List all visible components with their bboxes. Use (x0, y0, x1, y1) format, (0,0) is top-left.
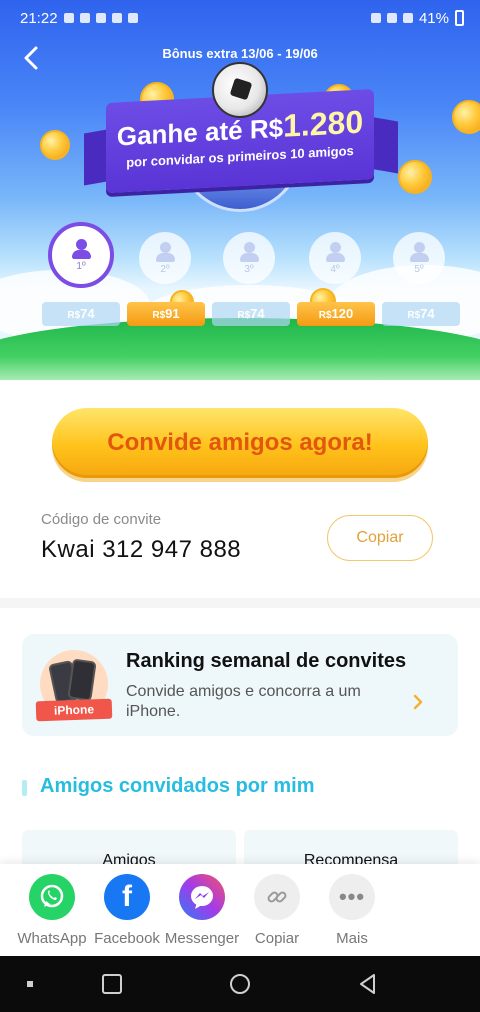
invite-slot-2[interactable]: 2º (124, 222, 206, 284)
slot-reward: R$74 (382, 302, 460, 326)
system-nav-bar (0, 956, 480, 1012)
whatsapp-icon (29, 874, 75, 920)
promo-period: Bônus extra 13/06 - 19/06 (162, 46, 318, 61)
ranking-title: Ranking semanal de convites (126, 650, 407, 672)
copy-code-button[interactable]: Copiar (327, 515, 433, 561)
link-icon (254, 874, 300, 920)
slot-avatar[interactable]: 4º (309, 232, 361, 284)
notification-icon (63, 13, 74, 23)
share-bar: WhatsApp f Facebook Messenger Copiar •••… (0, 864, 480, 956)
invite-code-label: Código de convite (41, 511, 162, 528)
grass-field (0, 318, 480, 380)
slot-avatar[interactable]: 5º (393, 232, 445, 284)
share-facebook-button[interactable]: f Facebook (87, 874, 167, 947)
nav-menu-button[interactable] (18, 972, 42, 996)
back-triangle-icon (360, 974, 375, 994)
share-label: WhatsApp (17, 930, 87, 947)
share-label: Facebook (94, 930, 160, 947)
reward-amount: 74 (250, 306, 265, 321)
invite-slot-5[interactable]: 5º (378, 222, 460, 284)
section-divider (0, 598, 480, 608)
tiktok-notification-icon (111, 13, 122, 23)
more-icon: ••• (329, 874, 375, 920)
reward-amount: 91 (165, 306, 180, 321)
share-copy-link-button[interactable]: Copiar (237, 874, 317, 947)
reward-currency: R$ (152, 310, 166, 321)
add-person-icon (71, 238, 91, 259)
headline-amount: 1.280 (283, 103, 364, 144)
reward-amount: 74 (420, 306, 435, 321)
facebook-notification-icon (79, 13, 90, 23)
status-left: 21:22 (20, 10, 138, 27)
invite-slot-1[interactable]: 1º (40, 222, 122, 288)
slot-reward: R$120 (297, 302, 375, 326)
section-marker (22, 780, 27, 796)
reward-currency: R$ (407, 310, 421, 321)
coin-icon (40, 130, 70, 160)
slot-rank: 4º (330, 263, 340, 275)
share-whatsapp-button[interactable]: WhatsApp (12, 874, 92, 947)
invite-slot-3[interactable]: 3º (208, 222, 290, 284)
coin-icon (398, 160, 432, 194)
dot-icon (27, 981, 33, 987)
alarm-icon (370, 13, 381, 23)
add-person-icon (155, 241, 175, 262)
signal-icon (402, 13, 413, 23)
nav-recents-button[interactable] (100, 972, 124, 996)
share-label: Messenger (164, 930, 240, 947)
iphone-tag: iPhone (35, 698, 113, 722)
invited-friends-title: Amigos convidados por mim (40, 775, 315, 797)
share-messenger-button[interactable]: Messenger (162, 874, 242, 947)
invite-slot-4[interactable]: 4º (294, 222, 376, 284)
recents-icon (102, 974, 122, 994)
status-bar: 21:22 41% (0, 0, 480, 36)
reward-amount: 120 (331, 306, 354, 321)
kwai-notification-icon (95, 13, 106, 23)
nav-home-button[interactable] (228, 972, 252, 996)
coin-icon (452, 100, 480, 134)
share-more-button[interactable]: ••• Mais (312, 874, 392, 947)
status-time: 21:22 (20, 9, 58, 27)
phone-icon (67, 658, 97, 702)
slot-avatar[interactable]: 3º (223, 232, 275, 284)
battery-percent: 41% (418, 9, 449, 27)
share-label: Copiar (254, 930, 300, 947)
tiktok-notification-icon (127, 13, 138, 23)
reward-amount: 74 (80, 306, 95, 321)
headline-prefix: Ganhe até (116, 114, 243, 152)
reward-currency: R$ (67, 310, 81, 321)
slot-rank: 5º (414, 263, 424, 275)
share-label: Mais (336, 930, 368, 947)
weekly-ranking-card[interactable]: iPhone Ranking semanal de convites Convi… (22, 634, 458, 736)
add-person-icon (325, 241, 345, 262)
headline: Ganhe até R$1.280 por convidar os primei… (106, 104, 374, 170)
slot-rank: 3º (244, 263, 254, 275)
slot-avatar[interactable]: 2º (139, 232, 191, 284)
status-right: 41% (370, 9, 464, 27)
slot-reward: R$74 (212, 302, 290, 326)
slot-avatar[interactable]: 1º (48, 222, 114, 288)
headline-currency: R$ (249, 112, 284, 145)
slot-reward: R$74 (42, 302, 120, 326)
reward-currency: R$ (318, 310, 332, 321)
home-icon (230, 974, 250, 994)
messenger-icon (179, 874, 225, 920)
slot-rank: 1º (76, 260, 86, 272)
ranking-description: Convide amigos e concorra a um iPhone. (126, 683, 361, 720)
facebook-icon: f (104, 874, 150, 920)
chevron-right-icon (412, 690, 424, 716)
invite-friends-button[interactable]: Convide amigos agora! (52, 408, 428, 478)
reward-currency: R$ (237, 310, 251, 321)
wifi-icon (386, 13, 397, 23)
add-person-icon (239, 241, 259, 262)
slot-rank: 2º (160, 263, 170, 275)
invite-code-value: Kwai 312 947 888 (41, 536, 242, 563)
nav-back-button[interactable] (356, 972, 380, 996)
slot-reward: R$91 (127, 302, 205, 326)
battery-icon (455, 10, 464, 26)
add-person-icon (409, 241, 429, 262)
